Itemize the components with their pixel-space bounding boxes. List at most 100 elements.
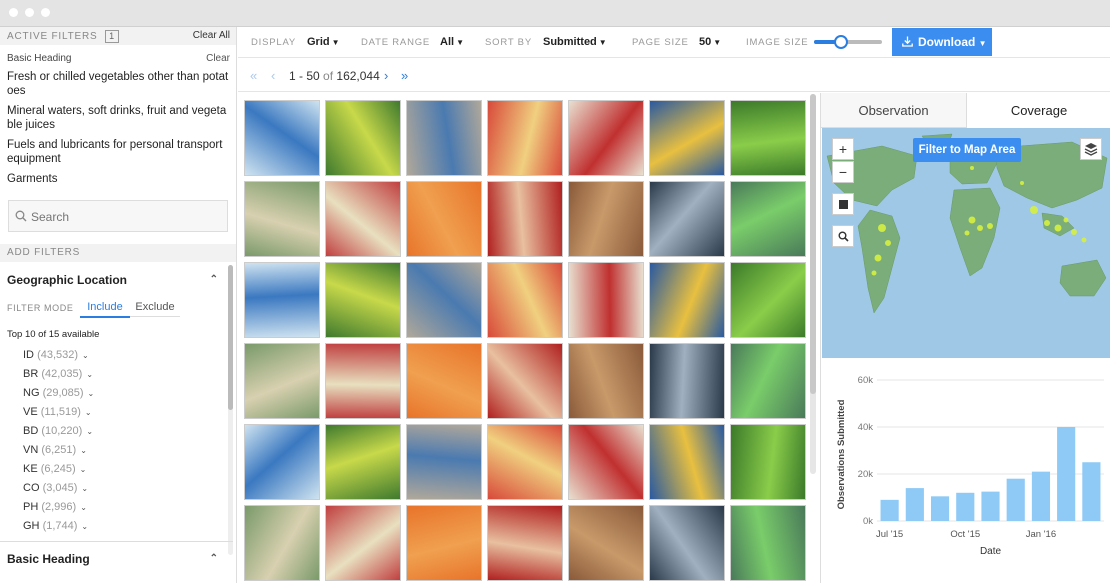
filter-mode-include-tab[interactable]: Include: [80, 301, 130, 318]
last-page-icon[interactable]: »: [401, 68, 408, 83]
chevron-up-icon[interactable]: ⌃: [210, 553, 218, 564]
clear-group-button[interactable]: Clear: [206, 53, 230, 64]
grid-thumbnail-cucumbers[interactable]: [325, 100, 401, 176]
zoom-out-button[interactable]: −: [832, 161, 854, 183]
grid-thumbnail-cucumbers-market[interactable]: [730, 343, 806, 419]
image-size-slider-handle[interactable]: [834, 35, 849, 49]
chevron-down-icon[interactable]: ⌄: [86, 370, 93, 379]
chevron-down-icon[interactable]: ⌄: [85, 408, 92, 417]
grid-thumbnail-coca-cola-can[interactable]: [325, 424, 401, 500]
country-filter-item[interactable]: VN (6,251) ⌄: [23, 441, 94, 460]
grid-thumbnail-jacket[interactable]: [568, 343, 644, 419]
next-page-icon[interactable]: ›: [384, 68, 388, 83]
grid-thumbnail-shop-front[interactable]: [406, 100, 482, 176]
grid-thumbnail-bag[interactable]: [649, 343, 725, 419]
grid-thumbnail-juice-boxes[interactable]: [487, 100, 563, 176]
active-filter-item[interactable]: Mineral waters, soft drinks, fruit and v…: [7, 104, 229, 132]
clear-all-button[interactable]: Clear All: [193, 30, 230, 41]
search-box[interactable]: [8, 200, 228, 232]
country-filter-item[interactable]: BD (10,220) ⌄: [23, 422, 94, 441]
grid-thumbnail-water-packs[interactable]: [649, 262, 725, 338]
chevron-down-icon[interactable]: ⌄: [82, 351, 89, 360]
grid-thumbnail-pepsi-cans[interactable]: [649, 505, 725, 581]
tab-coverage[interactable]: Coverage: [966, 93, 1110, 128]
active-filter-item[interactable]: Garments: [7, 172, 229, 186]
window-minimize-control[interactable]: [25, 8, 34, 17]
sidebar-scrollbar-thumb[interactable]: [228, 265, 233, 410]
grid-thumbnail-water-bottles-shelf[interactable]: [730, 505, 806, 581]
grid-thumbnail-carrots[interactable]: [406, 181, 482, 257]
grid-scrollbar[interactable]: [810, 94, 816, 474]
grid-thumbnail-cafe-sign[interactable]: [325, 181, 401, 257]
grid-thumbnail-jeans-rack[interactable]: [325, 343, 401, 419]
grid-thumbnail-coca-cola-bottles[interactable]: [487, 181, 563, 257]
grid-thumbnail-garment[interactable]: [730, 262, 806, 338]
grid-thumbnail-fuel-dispenser[interactable]: [325, 262, 401, 338]
coverage-map[interactable]: + − Filter to Map Area: [822, 128, 1110, 358]
window-close-control[interactable]: [9, 8, 18, 17]
draw-rectangle-button[interactable]: [832, 193, 854, 215]
country-filter-item[interactable]: GH (1,744) ⌄: [23, 517, 94, 536]
active-filter-item[interactable]: Fresh or chilled vegetables other than p…: [7, 70, 229, 98]
chevron-down-icon[interactable]: ⌄: [86, 427, 93, 436]
grid-thumbnail-carrots-crate[interactable]: [406, 424, 482, 500]
grid-thumbnail-soft-drink-cans[interactable]: [406, 262, 482, 338]
date-range-dropdown[interactable]: All ▼: [440, 36, 464, 48]
grid-thumbnail-cucumbers-pile[interactable]: [730, 181, 806, 257]
grid-thumbnail-onions-crate[interactable]: [649, 424, 725, 500]
grid-thumbnail-beans[interactable]: [487, 505, 563, 581]
grid-thumbnail-fuel-pumps[interactable]: [649, 181, 725, 257]
tab-observation[interactable]: Observation: [821, 93, 966, 128]
chevron-down-icon[interactable]: ⌄: [80, 465, 87, 474]
geographic-location-header[interactable]: Geographic Location ⌃: [7, 273, 222, 287]
layers-button[interactable]: [1080, 138, 1102, 160]
basic-heading-filter-header[interactable]: Basic Heading ⌃: [7, 552, 222, 566]
first-page-icon[interactable]: «: [250, 68, 257, 83]
grid-thumbnail-juice-cartons[interactable]: [244, 343, 320, 419]
map-search-button[interactable]: [832, 225, 854, 247]
chevron-up-icon[interactable]: ⌃: [210, 274, 218, 285]
grid-thumbnail-juice-shelf[interactable]: [568, 100, 644, 176]
download-button[interactable]: Download ▼: [892, 28, 992, 56]
grid-thumbnail-tomatoes[interactable]: [730, 424, 806, 500]
search-input[interactable]: [31, 207, 221, 227]
page-size-dropdown[interactable]: 50 ▼: [699, 36, 721, 48]
sort-by-dropdown[interactable]: Submitted ▼: [543, 36, 607, 48]
grid-thumbnail-pepsi-bottle[interactable]: [568, 505, 644, 581]
filter-to-map-area-button[interactable]: Filter to Map Area: [913, 138, 1021, 162]
country-filter-item[interactable]: NG (29,085) ⌄: [23, 384, 94, 403]
grid-thumbnail-water-bottles[interactable]: [487, 262, 563, 338]
sidebar-scrollbar[interactable]: [228, 265, 233, 555]
grid-scrollbar-thumb[interactable]: [810, 94, 816, 394]
grid-thumbnail-building[interactable]: [244, 181, 320, 257]
grid-thumbnail-street[interactable]: [487, 424, 563, 500]
grid-thumbnail-fuel-pump-screen[interactable]: [244, 262, 320, 338]
grid-thumbnail-jeans-hanging[interactable]: [487, 343, 563, 419]
country-filter-item[interactable]: ID (43,532) ⌄: [23, 346, 94, 365]
chevron-down-icon[interactable]: ⌄: [81, 484, 88, 493]
filter-mode-exclude-tab[interactable]: Exclude: [130, 301, 180, 317]
grid-thumbnail-bottle-display[interactable]: [649, 100, 725, 176]
chevron-down-icon[interactable]: ⌄: [81, 522, 88, 531]
active-filter-item[interactable]: Fuels and lubricants for personal transp…: [7, 138, 229, 166]
previous-page-icon[interactable]: ‹: [271, 68, 275, 83]
country-filter-item[interactable]: CO (3,045) ⌄: [23, 479, 94, 498]
country-filter-item[interactable]: VE (11,519) ⌄: [23, 403, 94, 422]
chevron-down-icon[interactable]: ⌄: [80, 503, 87, 512]
zoom-in-button[interactable]: +: [832, 138, 854, 160]
country-filter-item[interactable]: PH (2,996) ⌄: [23, 498, 94, 517]
grid-thumbnail-cucumbers-bags[interactable]: [406, 505, 482, 581]
country-filter-item[interactable]: KE (6,245) ⌄: [23, 460, 94, 479]
grid-thumbnail-bottled-water[interactable]: [244, 100, 320, 176]
grid-thumbnail-water-shelf[interactable]: [568, 262, 644, 338]
image-size-slider[interactable]: [814, 35, 882, 49]
grid-thumbnail-potatoes[interactable]: [244, 505, 320, 581]
grid-thumbnail-onions-pile[interactable]: [325, 505, 401, 581]
window-maximize-control[interactable]: [41, 8, 50, 17]
chevron-down-icon[interactable]: ⌄: [80, 446, 87, 455]
grid-thumbnail-onions[interactable]: [568, 181, 644, 257]
grid-thumbnail-cucumbers-crate[interactable]: [730, 100, 806, 176]
display-dropdown[interactable]: Grid ▼: [307, 36, 340, 48]
grid-thumbnail-jeans[interactable]: [406, 343, 482, 419]
country-filter-item[interactable]: BR (42,035) ⌄: [23, 365, 94, 384]
